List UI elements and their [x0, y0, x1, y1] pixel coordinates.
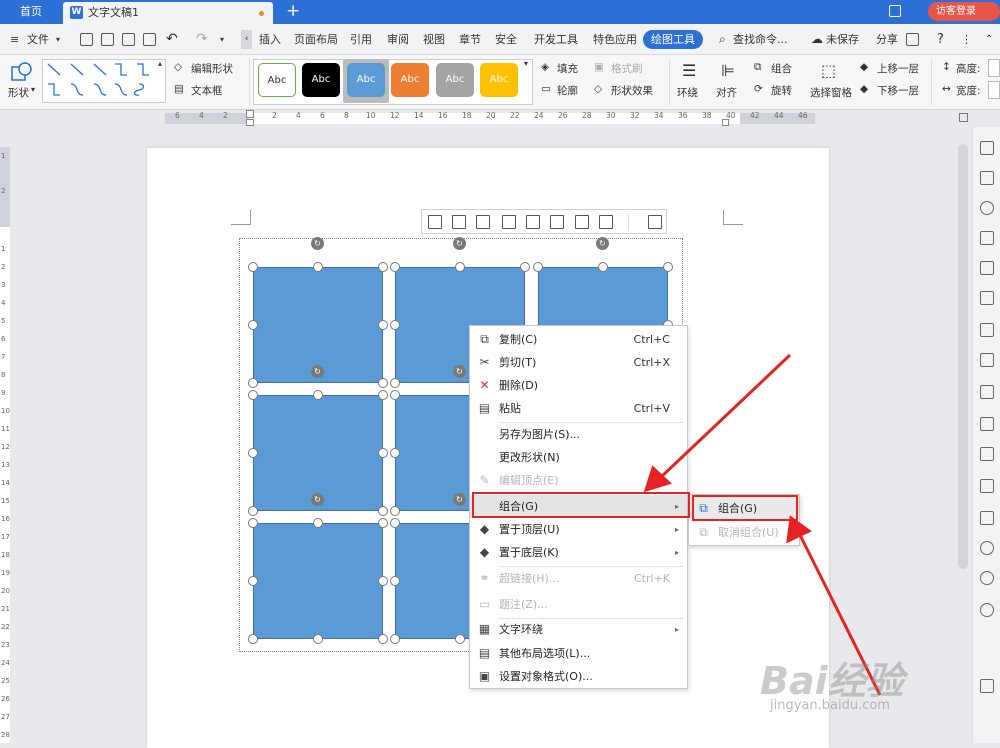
sliders-icon[interactable] — [980, 353, 994, 367]
chart-icon[interactable] — [980, 323, 994, 337]
right-sidebar — [972, 127, 1000, 743]
pen-icon[interactable] — [980, 141, 994, 155]
triangle-icon[interactable] — [980, 261, 994, 275]
sidebar-more-icon[interactable] — [980, 679, 994, 693]
copy-doc-icon[interactable] — [980, 385, 994, 399]
cursor-icon[interactable] — [980, 171, 994, 185]
box-icon[interactable] — [980, 479, 994, 493]
download-icon[interactable] — [980, 541, 994, 555]
document-icon[interactable] — [980, 447, 994, 461]
share-out-icon[interactable] — [980, 417, 994, 431]
shapes-icon[interactable] — [980, 231, 994, 245]
annotation-arrow-head-2 — [786, 515, 812, 544]
history-icon[interactable] — [980, 571, 994, 585]
location-icon[interactable] — [980, 201, 994, 215]
baidu-jingyan-watermark: Bai经验 jingyan.baidu.com — [760, 650, 960, 720]
watermark-brand: Bai经验 — [760, 659, 904, 703]
image-icon[interactable] — [980, 511, 994, 525]
annotation-arrows — [643, 353, 882, 696]
annotation-arrow-1 — [658, 353, 792, 480]
vertical-scrollbar[interactable] — [958, 144, 968, 569]
table-icon[interactable] — [980, 291, 994, 305]
watermark-url: jingyan.baidu.com — [770, 698, 890, 713]
help-circle-icon[interactable] — [980, 603, 994, 617]
